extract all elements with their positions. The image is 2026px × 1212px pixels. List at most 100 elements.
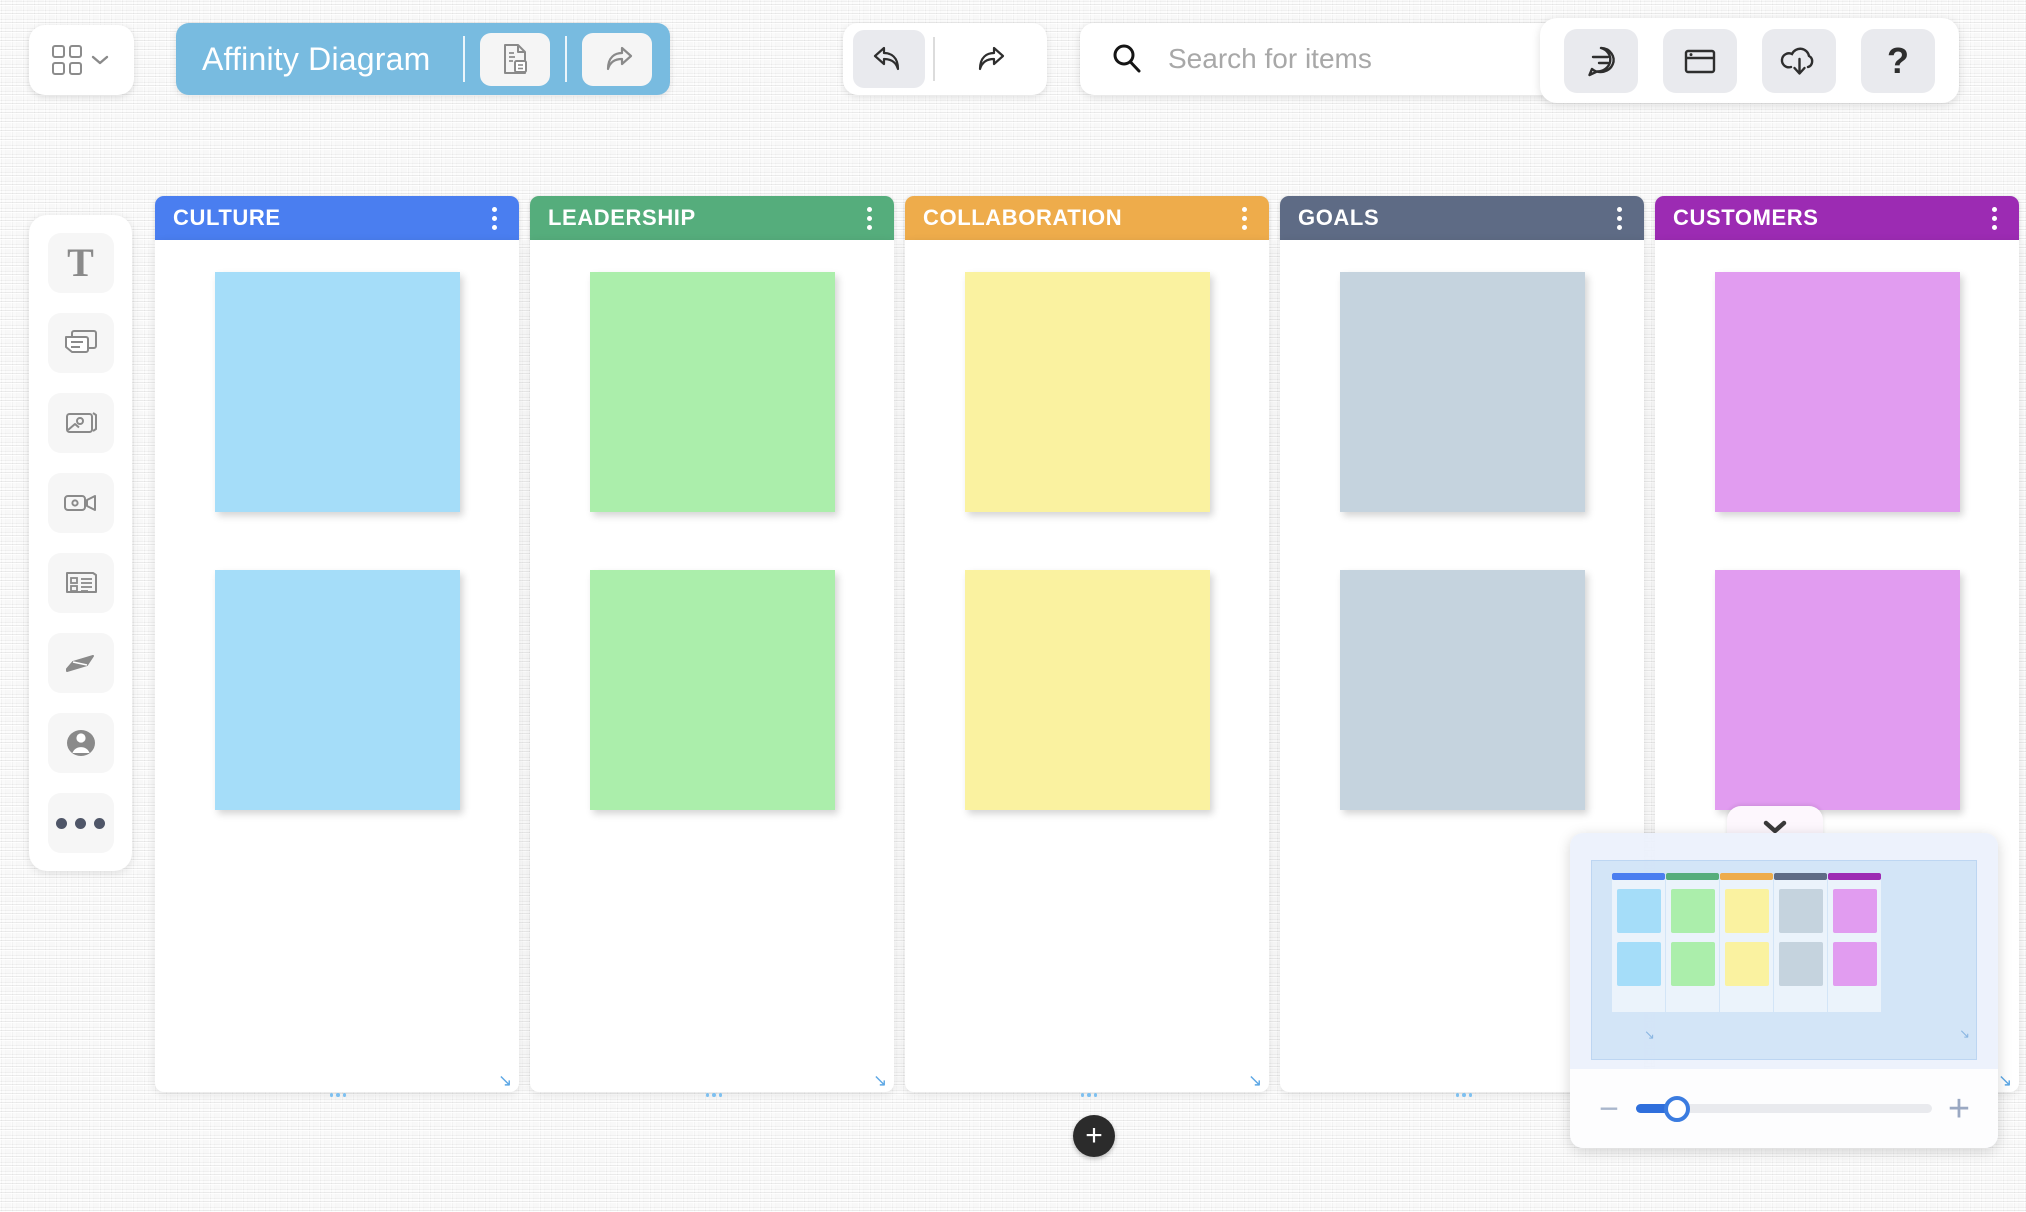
divider [463,36,465,82]
minimap-column-header [1828,873,1881,880]
column-title: GOALS [1298,205,1611,231]
minimap-note [1671,889,1715,933]
sticky-note[interactable] [590,272,835,512]
comment-bubble-icon [1582,42,1620,80]
cloud-download-icon [1780,44,1818,78]
minimap-resize-handle: ↘ [1644,1027,1655,1043]
minimap-column [1612,873,1665,1012]
sidebar-item-video-tool[interactable] [48,473,114,533]
minimap-column-header [1666,873,1719,880]
column-header-collaboration[interactable]: COLLABORATION [905,196,1269,240]
history-controls [843,23,1047,95]
minimap-column [1774,873,1827,1012]
apps-grid-menu-button[interactable] [29,25,134,95]
sidebar-item-pen-tool[interactable] [48,633,114,693]
column-bottom-handle[interactable] [1081,1093,1097,1099]
column-body[interactable]: ↘ [155,240,519,1092]
board-column-culture[interactable]: CULTURE ↘ [155,196,519,1092]
board-column-leadership[interactable]: LEADERSHIP ↘ [530,196,894,1092]
minimap-column [1720,873,1773,1012]
column-header-customers[interactable]: CUSTOMERS [1655,196,2019,240]
share-arrow-icon [600,43,634,75]
sidebar-item-more-tools[interactable] [48,793,114,853]
sidebar-item-form-tool[interactable] [48,553,114,613]
share-button[interactable] [582,33,652,86]
column-resize-handle[interactable]: ↘ [1998,1072,2014,1088]
sticky-note[interactable] [965,570,1210,810]
zoom-slider[interactable] [1636,1104,1932,1113]
more-dots-icon [56,818,105,829]
column-resize-handle[interactable]: ↘ [498,1072,514,1088]
sidebar-item-text-tool[interactable]: T [48,233,114,293]
left-toolbar: T [29,215,132,871]
column-title: LEADERSHIP [548,205,861,231]
chevron-down-icon [89,53,111,67]
column-bottom-handle[interactable] [706,1093,722,1099]
sticky-note[interactable] [1340,570,1585,810]
kebab-menu-icon[interactable] [861,203,878,234]
person-icon [62,725,100,761]
right-toolbar: ? [1540,18,1959,103]
board-title-chip[interactable]: Affinity Diagram [176,23,670,95]
add-column-button[interactable]: + [1073,1115,1115,1157]
column-title: COLLABORATION [923,205,1236,231]
minimap-panel[interactable]: ↘ ↘ − + [1570,833,1998,1148]
column-body[interactable]: ↘ [905,240,1269,1092]
help-button[interactable]: ? [1861,29,1935,93]
video-camera-icon [62,490,100,516]
minimap-columns [1612,873,1881,1012]
duplicate-document-button[interactable] [480,33,550,86]
sticky-note[interactable] [1340,272,1585,512]
minimap-note [1779,889,1823,933]
column-resize-handle[interactable]: ↘ [873,1072,889,1088]
sticky-note[interactable] [965,272,1210,512]
sticky-notes-icon [63,327,99,359]
sidebar-item-sticky-note-tool[interactable] [48,313,114,373]
minimap-note [1779,942,1823,986]
grid-icon [52,45,82,75]
minimap-note [1833,942,1877,986]
search-icon [1110,42,1144,76]
minimap-resize-handle: ↘ [1959,1026,1970,1042]
kebab-menu-icon[interactable] [1611,203,1628,234]
column-bottom-handle[interactable] [330,1093,346,1099]
redo-button[interactable] [953,30,1025,88]
zoom-slider-thumb[interactable] [1664,1096,1690,1122]
zoom-controls: − + [1570,1069,1998,1148]
minimap-note [1725,942,1769,986]
minimap-note [1833,889,1877,933]
minimap-column-header [1720,873,1773,880]
sticky-note[interactable] [1715,570,1960,810]
board-column-collaboration[interactable]: COLLABORATION ↘ [905,196,1269,1092]
column-body[interactable]: ↘ [530,240,894,1092]
download-button[interactable] [1762,29,1836,93]
column-header-culture[interactable]: CULTURE [155,196,519,240]
text-icon: T [67,243,94,283]
minimap-column [1828,873,1881,1012]
column-bottom-handle[interactable] [1456,1093,1472,1099]
page-title: Affinity Diagram [202,41,430,78]
comment-button[interactable] [1564,29,1638,93]
sidebar-item-user-tool[interactable] [48,713,114,773]
column-header-goals[interactable]: GOALS [1280,196,1644,240]
question-mark-icon: ? [1887,43,1909,79]
minimap-viewport[interactable]: ↘ ↘ [1591,860,1977,1060]
sticky-note[interactable] [1715,272,1960,512]
sticky-note[interactable] [590,570,835,810]
zoom-out-button[interactable]: − [1596,1092,1622,1126]
undo-button[interactable] [853,30,925,88]
kebab-menu-icon[interactable] [486,203,503,234]
column-resize-handle[interactable]: ↘ [1248,1072,1264,1088]
minimap-note [1725,889,1769,933]
zoom-in-button[interactable]: + [1946,1090,1972,1128]
sidebar-item-image-tool[interactable] [48,393,114,453]
sticky-note[interactable] [215,272,460,512]
sticky-note[interactable] [215,570,460,810]
document-copy-icon [500,42,530,76]
minimap-column [1666,873,1719,1012]
column-header-leadership[interactable]: LEADERSHIP [530,196,894,240]
column-title: CULTURE [173,205,486,231]
kebab-menu-icon[interactable] [1986,203,2003,234]
kebab-menu-icon[interactable] [1236,203,1253,234]
board-view-button[interactable] [1663,29,1737,93]
